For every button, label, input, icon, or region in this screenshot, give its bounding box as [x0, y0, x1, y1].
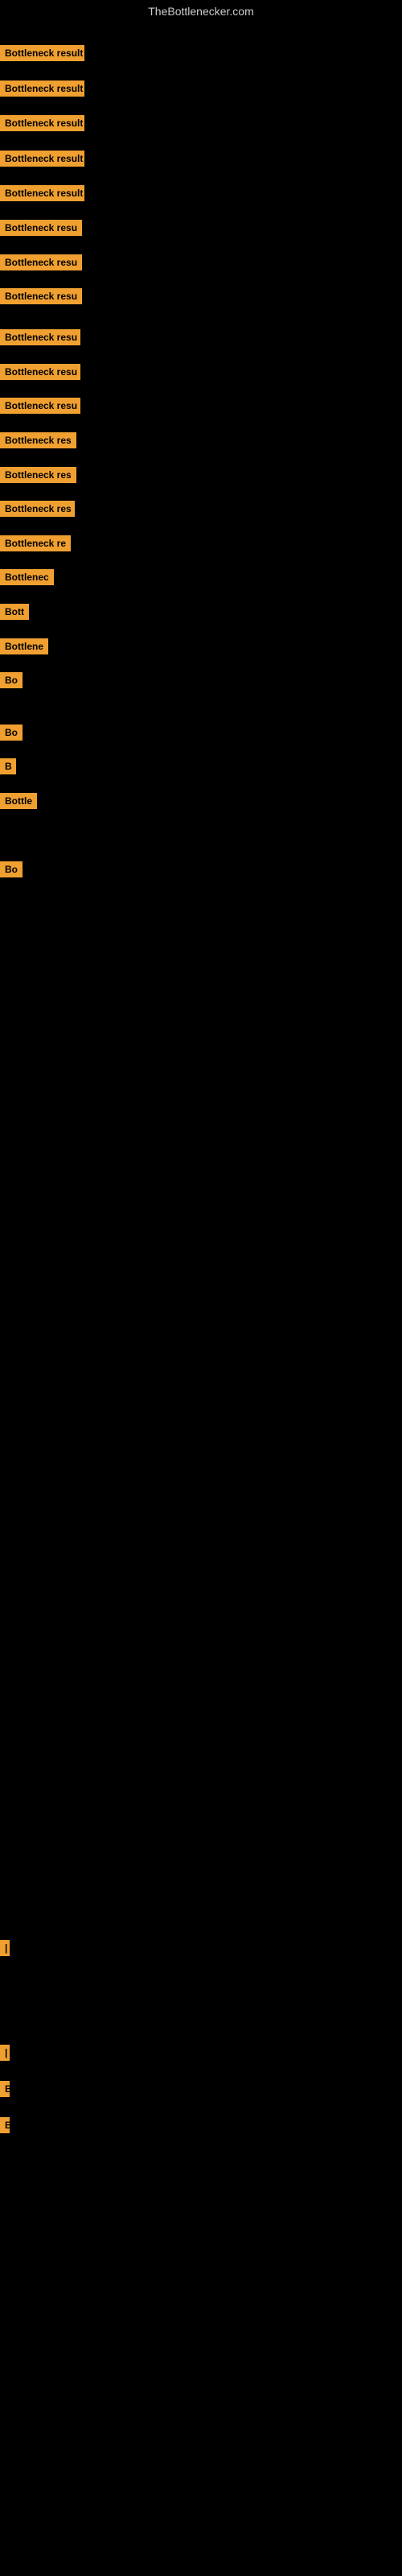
bottleneck-badge-15[interactable]: Bottleneck re: [0, 535, 71, 551]
bottleneck-badge-container-4: Bottleneck result: [0, 151, 84, 171]
bottleneck-badge-16[interactable]: Bottlenec: [0, 569, 54, 585]
bottleneck-badge-20[interactable]: Bo: [0, 724, 23, 741]
bottleneck-badge-4[interactable]: Bottleneck result: [0, 151, 84, 167]
bottleneck-badge-10[interactable]: Bottleneck resu: [0, 364, 80, 380]
bottleneck-badge-9[interactable]: Bottleneck resu: [0, 329, 80, 345]
bottleneck-badge-2[interactable]: Bottleneck result: [0, 80, 84, 97]
bottleneck-badge-1[interactable]: Bottleneck result: [0, 45, 84, 61]
bottleneck-badge-container-3: Bottleneck result: [0, 115, 84, 135]
bottleneck-badge-container-2: Bottleneck result: [0, 80, 84, 101]
bottleneck-badge-container-16: Bottlenec: [0, 569, 54, 589]
bottleneck-badge-3[interactable]: Bottleneck result: [0, 115, 84, 131]
bottleneck-badge-container-18: Bottlene: [0, 638, 48, 658]
bottleneck-badge-container-24: |: [0, 1940, 10, 1960]
bottleneck-badge-container-7: Bottleneck resu: [0, 254, 82, 275]
bottleneck-badge-container-13: Bottleneck res: [0, 467, 76, 487]
bottleneck-badge-5[interactable]: Bottleneck result: [0, 185, 84, 201]
bottleneck-badge-container-27: B: [0, 2117, 10, 2137]
bottleneck-badge-container-14: Bottleneck res: [0, 501, 75, 521]
bottleneck-badge-14[interactable]: Bottleneck res: [0, 501, 75, 517]
bottleneck-badge-22[interactable]: Bottle: [0, 793, 37, 809]
bottleneck-badge-12[interactable]: Bottleneck res: [0, 432, 76, 448]
bottleneck-badge-container-19: Bo: [0, 672, 23, 692]
bottleneck-badge-23[interactable]: Bo: [0, 861, 23, 877]
bottleneck-badge-21[interactable]: B: [0, 758, 16, 774]
bottleneck-badge-container-8: Bottleneck resu: [0, 288, 82, 308]
bottleneck-badge-container-25: |: [0, 2045, 10, 2065]
bottleneck-badge-6[interactable]: Bottleneck resu: [0, 220, 82, 236]
bottleneck-badge-container-12: Bottleneck res: [0, 432, 76, 452]
bottleneck-badge-8[interactable]: Bottleneck resu: [0, 288, 82, 304]
bottleneck-badge-container-9: Bottleneck resu: [0, 329, 80, 349]
bottleneck-badge-26[interactable]: B: [0, 2081, 10, 2097]
bottleneck-badge-container-5: Bottleneck result: [0, 185, 84, 205]
bottleneck-badge-container-6: Bottleneck resu: [0, 220, 82, 240]
bottleneck-badge-7[interactable]: Bottleneck resu: [0, 254, 82, 270]
bottleneck-badge-container-10: Bottleneck resu: [0, 364, 80, 384]
bottleneck-badge-18[interactable]: Bottlene: [0, 638, 48, 654]
bottleneck-badge-container-17: Bott: [0, 604, 29, 624]
bottleneck-badge-11[interactable]: Bottleneck resu: [0, 398, 80, 414]
bottleneck-badge-27[interactable]: B: [0, 2117, 10, 2133]
bottleneck-badge-13[interactable]: Bottleneck res: [0, 467, 76, 483]
site-title: TheBottlenecker.com: [0, 0, 402, 23]
bottleneck-badge-17[interactable]: Bott: [0, 604, 29, 620]
bottleneck-badge-container-11: Bottleneck resu: [0, 398, 80, 418]
bottleneck-badge-container-21: B: [0, 758, 16, 778]
bottleneck-badge-container-20: Bo: [0, 724, 23, 745]
bottleneck-badge-container-22: Bottle: [0, 793, 37, 813]
bottleneck-badge-19[interactable]: Bo: [0, 672, 23, 688]
bottleneck-badge-24[interactable]: |: [0, 1940, 10, 1956]
bottleneck-badge-25[interactable]: |: [0, 2045, 10, 2061]
bottleneck-badge-container-1: Bottleneck result: [0, 45, 84, 65]
bottleneck-badge-container-15: Bottleneck re: [0, 535, 71, 555]
bottleneck-badge-container-23: Bo: [0, 861, 23, 881]
bottleneck-badge-container-26: B: [0, 2081, 10, 2101]
